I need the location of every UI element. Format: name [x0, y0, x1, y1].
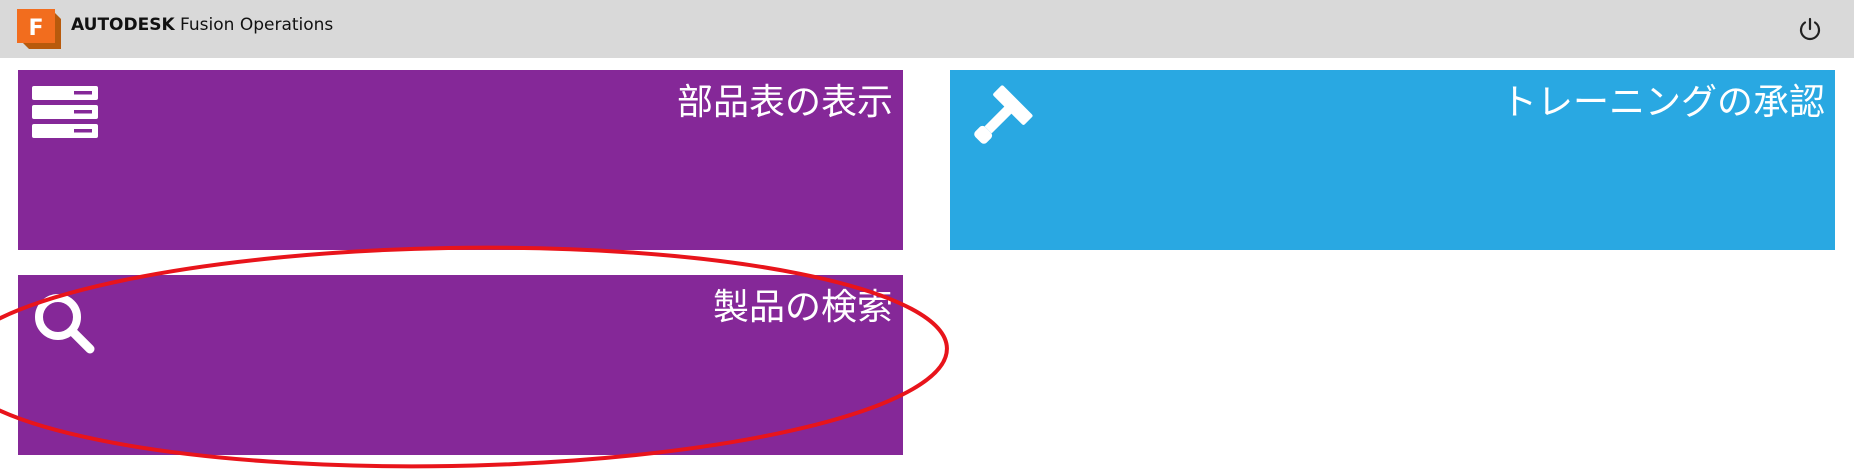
app-window: F AUTODESK Fusion Operations 部品表の表示 トレーニ…	[0, 0, 1854, 472]
search-icon	[35, 294, 95, 354]
brand-product: Fusion Operations	[180, 15, 334, 35]
tile-label: トレーニングの承認	[1500, 82, 1825, 123]
top-bar: F AUTODESK Fusion Operations	[0, 0, 1854, 58]
tile-view-bom[interactable]: 部品表の表示	[18, 70, 903, 250]
logo-letter: F	[28, 16, 43, 41]
fusion-logo-icon: F	[17, 9, 61, 49]
brand-company: AUTODESK	[71, 15, 175, 35]
tile-label: 部品表の表示	[676, 82, 893, 123]
tile-search-products[interactable]: 製品の検索	[18, 275, 903, 455]
list-icon	[32, 86, 98, 138]
gavel-icon	[974, 85, 1033, 144]
tile-approve-training[interactable]: トレーニングの承認	[950, 70, 1835, 250]
brand-title: AUTODESK Fusion Operations	[71, 14, 333, 36]
tile-label: 製品の検索	[712, 287, 893, 328]
power-icon[interactable]	[1795, 14, 1825, 44]
